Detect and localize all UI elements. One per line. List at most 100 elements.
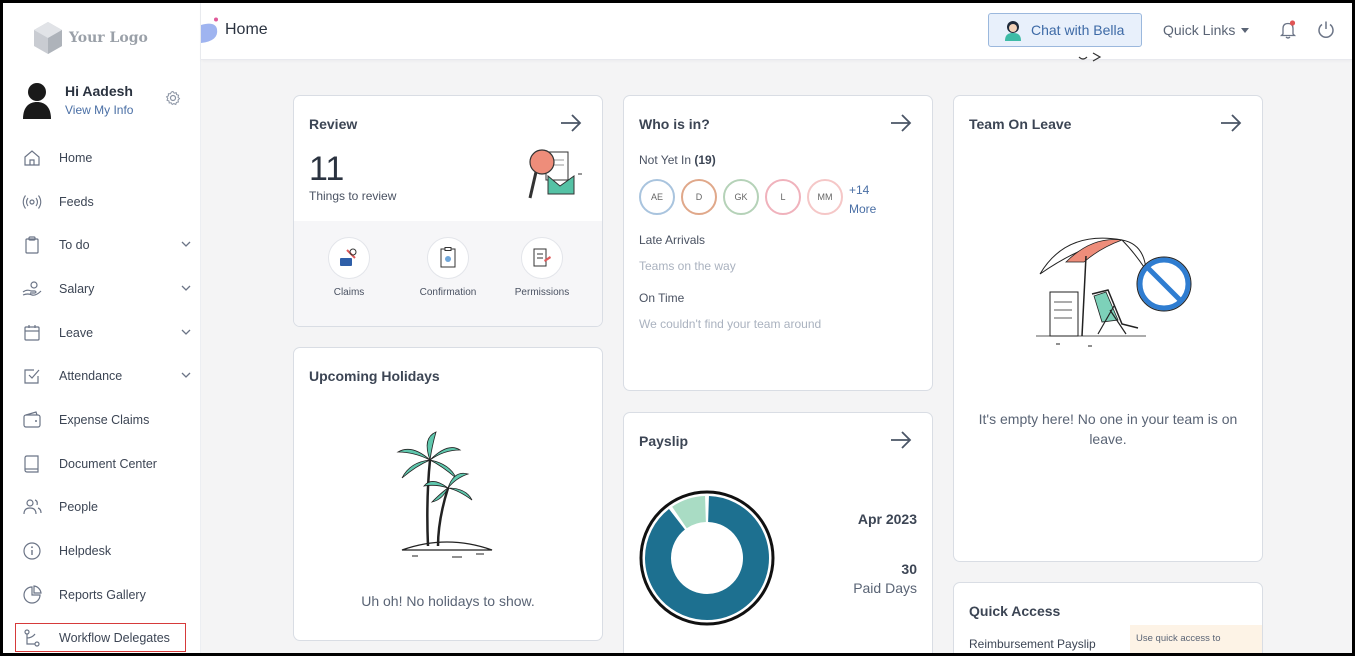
sidebar-item-label: To do xyxy=(59,238,90,253)
sidebar-item-leave[interactable]: Leave xyxy=(3,311,201,355)
not-yet-in-avatars: AE D GK L MM xyxy=(639,179,849,215)
quick-access-title: Quick Access xyxy=(969,603,1061,619)
quick-access-card: Quick Access Reimbursement Payslip Use q… xyxy=(953,582,1263,653)
upcoming-holidays-card: Upcoming Holidays Uh oh! No holidays to … xyxy=(293,347,603,641)
not-yet-in-heading: Not Yet In (19) xyxy=(639,153,716,167)
broadcast-icon xyxy=(21,191,43,213)
person-avatar[interactable]: L xyxy=(765,179,801,215)
review-confirmation-button[interactable]: Confirmation xyxy=(413,237,483,298)
quick-links-dropdown[interactable]: Quick Links xyxy=(1163,22,1250,38)
selection-highlight xyxy=(15,623,186,652)
late-arrivals-message: Teams on the way xyxy=(639,259,736,273)
donut-slice-paid xyxy=(645,496,769,620)
more-people-link[interactable]: +14 More xyxy=(849,181,876,219)
beach-chair-illustration xyxy=(1036,237,1192,347)
avatar[interactable] xyxy=(21,81,53,119)
paid-days-value: 30 xyxy=(901,561,917,577)
chevron-down-icon[interactable] xyxy=(181,327,191,337)
review-subtitle: Things to review xyxy=(309,189,397,203)
reimbursement-payslip-link[interactable]: Reimbursement Payslip xyxy=(969,637,1096,651)
sidebar-item-people[interactable]: People xyxy=(3,486,201,530)
sidebar-item-attendance[interactable]: Attendance xyxy=(3,354,201,398)
chevron-down-icon[interactable] xyxy=(181,370,191,380)
not-yet-in-label: Not Yet In xyxy=(639,153,692,167)
person-avatar[interactable]: GK xyxy=(723,179,759,215)
paid-days-label: Paid Days xyxy=(853,580,917,596)
chevron-down-icon[interactable] xyxy=(181,283,191,293)
wallet-icon xyxy=(21,409,43,431)
on-time-label: On Time xyxy=(639,291,685,305)
review-tool-label: Confirmation xyxy=(419,287,477,298)
sidebar-item-label: Attendance xyxy=(59,369,123,384)
payslip-title: Payslip xyxy=(639,433,689,449)
sidebar-item-feeds[interactable]: Feeds xyxy=(3,180,201,224)
person-avatar[interactable]: MM xyxy=(807,179,843,215)
sidebar-item-label: Feeds xyxy=(59,194,94,209)
review-claims-button[interactable]: Claims xyxy=(314,237,384,298)
chat-with-bella-label: Chat with Bella xyxy=(1031,22,1125,38)
sidebar-item-label: Home xyxy=(59,150,93,165)
logo[interactable]: Your Logo xyxy=(33,21,148,55)
arrow-right-icon[interactable] xyxy=(890,114,912,132)
sidebar-item-document-center[interactable]: Document Center xyxy=(3,442,201,486)
permissions-icon xyxy=(521,237,563,279)
team-on-leave-title: Team On Leave xyxy=(969,116,1072,132)
team-on-leave-card: Team On Leave It's empty here! No one in… xyxy=(953,95,1263,562)
person-avatar[interactable]: AE xyxy=(639,179,675,215)
bell-icon[interactable] xyxy=(1279,20,1297,40)
logo-text: Your Logo xyxy=(69,30,148,46)
profile: Hi Aadesh View My Info xyxy=(21,81,133,119)
arrow-right-icon[interactable] xyxy=(1220,114,1242,132)
person-avatar[interactable]: D xyxy=(681,179,717,215)
more-people-label: More xyxy=(849,202,877,216)
review-card: Review 11 Things to review Claims Confirm… xyxy=(293,95,603,327)
home-icon xyxy=(21,147,43,169)
sidebar-item-helpdesk[interactable]: Helpdesk xyxy=(3,529,201,573)
sidebar-item-label: Salary xyxy=(59,281,95,296)
palm-island-illustration xyxy=(396,431,493,558)
people-icon xyxy=(21,496,43,518)
decorative-blob-icon xyxy=(201,17,218,43)
arrow-right-icon[interactable] xyxy=(890,431,912,449)
sidebar-item-label: Document Center xyxy=(59,456,157,471)
who-is-in-card: Who is in? Not Yet In (19) AE D GK L MM +14 … xyxy=(623,95,933,391)
on-time-message: We couldn't find your team around xyxy=(639,317,822,331)
calendar-icon xyxy=(21,322,43,344)
claims-icon xyxy=(328,237,370,279)
checkbox-icon xyxy=(21,365,43,387)
review-permissions-button[interactable]: Permissions xyxy=(507,237,577,298)
who-is-in-title: Who is in? xyxy=(639,116,710,132)
sidebar-nav: Home Feeds To do Salary Leave Attendance Expen… xyxy=(3,136,201,653)
chevron-down-icon[interactable] xyxy=(181,239,191,249)
app-window: Your Logo Hi Aadesh View My Info Home Fee… xyxy=(3,3,1352,653)
bella-avatar-icon xyxy=(1005,21,1021,41)
confirmation-icon xyxy=(427,237,469,279)
review-magnifier-illustration xyxy=(528,149,582,199)
view-my-info-link[interactable]: View My Info xyxy=(65,103,133,117)
review-shortcuts: Claims Confirmation Permissions xyxy=(294,221,602,326)
sidebar: Your Logo Hi Aadesh View My Info Home Fee… xyxy=(3,3,201,653)
header: Home Chat with Bella Quick Links xyxy=(201,3,1352,60)
page-title: Home xyxy=(225,21,268,38)
profile-greeting: Hi Aadesh xyxy=(65,83,133,99)
review-tool-label: Claims xyxy=(333,287,365,298)
chat-with-bella-button[interactable]: Chat with Bella xyxy=(988,13,1142,47)
caret-down-icon xyxy=(1241,27,1250,33)
quick-access-tip: Use quick access to xyxy=(1130,625,1262,653)
sidebar-item-salary[interactable]: Salary xyxy=(3,267,201,311)
team-on-leave-empty-message: It's empty here! No one in your team is … xyxy=(978,411,1238,447)
sidebar-item-expense-claims[interactable]: Expense Claims xyxy=(3,398,201,442)
pie-chart-icon xyxy=(21,584,43,606)
sidebar-item-to-do[interactable]: To do xyxy=(3,223,201,267)
sidebar-item-reports-gallery[interactable]: Reports Gallery xyxy=(3,573,201,617)
gear-icon[interactable] xyxy=(165,90,181,106)
late-arrivals-label: Late Arrivals xyxy=(639,233,706,247)
arrow-right-icon[interactable] xyxy=(560,114,582,132)
decorative-squiggle xyxy=(1078,52,1102,62)
info-icon xyxy=(21,540,43,562)
sidebar-item-home[interactable]: Home xyxy=(3,136,201,180)
review-title: Review xyxy=(309,116,358,132)
sidebar-item-label: Reports Gallery xyxy=(59,587,146,602)
power-icon[interactable] xyxy=(1316,20,1336,40)
more-people-count: +14 xyxy=(849,183,870,197)
